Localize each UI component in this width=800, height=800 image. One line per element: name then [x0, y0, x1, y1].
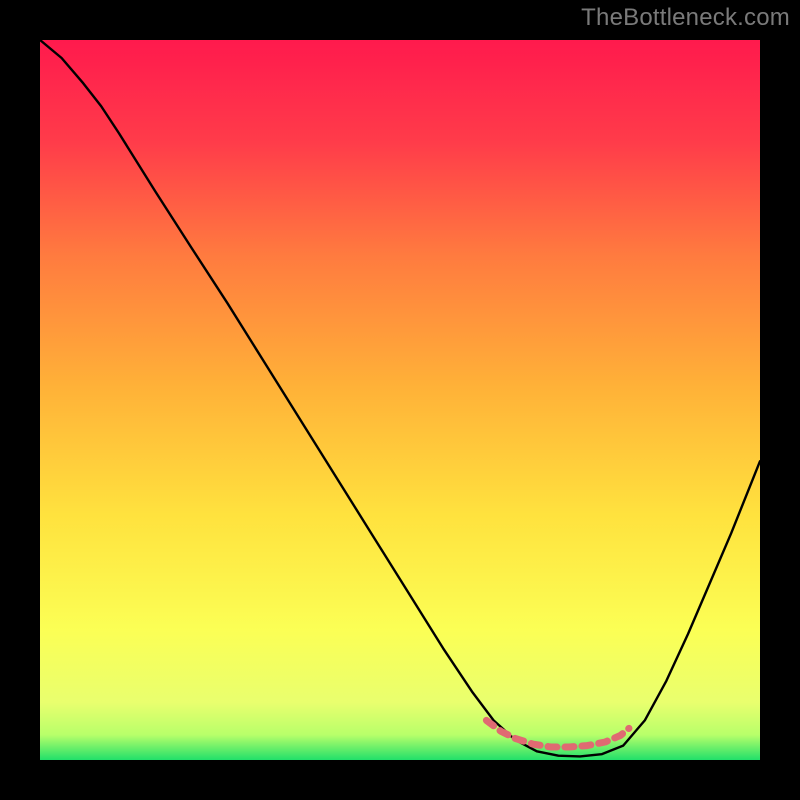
plot-svg: [40, 40, 760, 760]
plot-area: [40, 40, 760, 760]
watermark-text: TheBottleneck.com: [581, 4, 790, 32]
plot-background: [40, 40, 760, 760]
chart-frame: TheBottleneck.com: [0, 0, 800, 800]
